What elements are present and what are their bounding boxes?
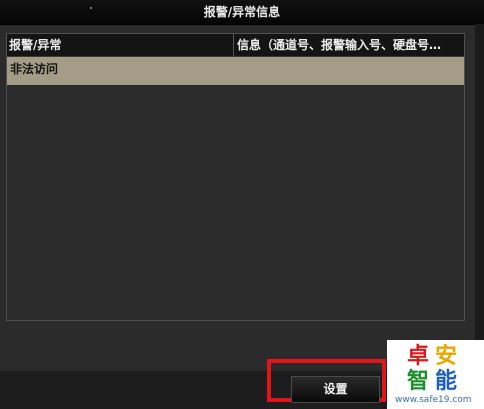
watermark-url: www.safe19.com	[395, 395, 472, 405]
column-header-alarm-type[interactable]: 报警/异常	[9, 34, 234, 56]
table-header: 报警/异常 信息（通道号、报警输入号、硬盘号…	[7, 34, 464, 57]
title-decoration-dot	[90, 7, 92, 9]
watermark-char-2: 安	[435, 344, 458, 369]
watermark-char-1: 卓	[407, 344, 430, 369]
column-header-info[interactable]: 信息（通道号、报警输入号、硬盘号…	[237, 34, 459, 56]
watermark-char-3: 智	[407, 369, 430, 394]
dialog-title-bar: 报警/异常信息	[0, 0, 484, 25]
settings-button[interactable]: 设置	[291, 376, 380, 403]
alarm-exception-table: 报警/异常 信息（通道号、报警输入号、硬盘号… 非法访问	[6, 33, 465, 321]
watermark-logo: 卓 安 智 能 www.safe19.com	[387, 340, 484, 409]
dialog-title: 报警/异常信息	[203, 5, 281, 19]
table-row[interactable]: 非法访问	[7, 57, 464, 85]
watermark-char-4: 能	[435, 369, 458, 394]
row-cell-alarm-type: 非法访问	[10, 62, 59, 76]
